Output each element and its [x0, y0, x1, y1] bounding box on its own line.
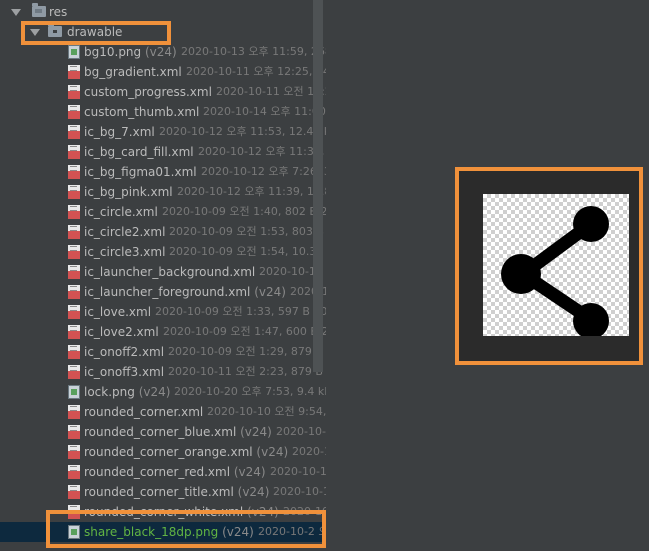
- folder-icon: [32, 3, 46, 17]
- image-file-icon: [68, 45, 80, 59]
- image-preview-frame: [455, 167, 643, 365]
- file-row[interactable]: rounded_corner_red.xml (v24) 2020-10-12: [0, 462, 334, 482]
- file-row[interactable]: ic_circle2.xml 2020-10-09 오전 1:53, 803 B: [0, 222, 324, 242]
- tree-scrollbar[interactable]: [313, 0, 323, 372]
- file-name: custom_thumb.xml: [84, 105, 200, 119]
- file-meta: 2020-10-11 오전 11:25,: [216, 85, 343, 98]
- chevron-down-icon[interactable]: [11, 9, 21, 16]
- file-name: custom_progress.xml: [84, 85, 212, 99]
- xml-file-icon: [68, 205, 80, 219]
- xml-file-icon: [68, 165, 80, 179]
- file-name: rounded_corner_red.xml (v24): [84, 465, 266, 479]
- res-label: res: [49, 5, 68, 19]
- file-meta: 2020-10-11 오후 12:25, 347 B: [186, 65, 348, 78]
- file-name: ic_circle3.xml: [84, 245, 166, 259]
- file-name: ic_launcher_background.xml: [84, 265, 256, 279]
- xml-file-icon: [68, 225, 80, 239]
- file-row[interactable]: bg_gradient.xml 2020-10-11 오후 12:25, 347…: [0, 62, 348, 82]
- file-meta: 2020-10-09 오전 1:33, 597 B 202: [155, 305, 335, 318]
- xml-file-icon: [68, 265, 80, 279]
- file-row[interactable]: ic_circle.xml 2020-10-09 오전 1:40, 802 B …: [0, 202, 341, 222]
- file-name: bg10.png (v24): [84, 45, 177, 59]
- xml-file-icon: [68, 465, 80, 479]
- xml-file-icon: [68, 425, 80, 439]
- tree-node-res[interactable]: res: [0, 2, 320, 22]
- file-name: ic_circle.xml: [84, 205, 158, 219]
- file-row[interactable]: ic_launcher_foreground.xml (v24)2020-10-…: [0, 282, 347, 302]
- file-row[interactable]: custom_thumb.xml 2020-10-14 오후 11:00, 3: [0, 102, 340, 122]
- file-row[interactable]: lock.png (v24) 2020-10-20 오후 7:53, 9.4 kB: [0, 382, 332, 402]
- file-row[interactable]: ic_circle3.xml 2020-10-09 오전 1:54, 10.32…: [0, 242, 341, 262]
- file-row[interactable]: ic_onoff2.xml 2020-10-09 오전 1:29, 879 B …: [0, 342, 340, 362]
- file-row[interactable]: ic_bg_7.xml 2020-10-12 오후 11:53, 12.46 k…: [0, 122, 348, 142]
- file-name: ic_bg_card_fill.xml: [84, 145, 194, 159]
- xml-file-icon: [68, 305, 80, 319]
- file-name: bg_gradient.xml: [84, 65, 182, 79]
- xml-file-icon: [68, 405, 80, 419]
- file-name: rounded_corner_title.xml (v24): [84, 485, 270, 499]
- file-meta: 2020-10-20 오후 7:53, 9.4 kB: [174, 385, 332, 398]
- xml-file-icon: [68, 125, 80, 139]
- xml-file-icon: [68, 485, 80, 499]
- file-version: (v24): [256, 445, 289, 459]
- xml-file-icon: [68, 185, 80, 199]
- xml-file-icon: [68, 105, 80, 119]
- image-file-icon: [68, 385, 80, 399]
- file-name: ic_bg_figma01.xml: [84, 165, 197, 179]
- share-icon: [501, 206, 609, 336]
- file-version: (v24): [233, 465, 266, 479]
- file-row[interactable]: ic_launcher_background.xml 2020-10-14: [0, 262, 323, 282]
- file-row[interactable]: ic_bg_pink.xml 2020-10-12 오후 11:39, 12.8…: [0, 182, 338, 202]
- file-row[interactable]: ic_love.xml 2020-10-09 오전 1:33, 597 B 20…: [0, 302, 334, 322]
- file-name: ic_launcher_foreground.xml (v24): [84, 285, 286, 299]
- xml-file-icon: [68, 445, 80, 459]
- file-name: ic_love.xml: [84, 305, 152, 319]
- xml-file-icon: [68, 65, 80, 79]
- file-name: ic_love2.xml: [84, 325, 159, 339]
- file-row[interactable]: rounded_corner_title.xml (v24) 2020-10-12…: [0, 482, 347, 502]
- file-meta: 2020-10-09 오전 1:53, 803 B: [169, 225, 324, 238]
- xml-file-icon: [68, 285, 80, 299]
- file-version: (v24): [144, 45, 177, 59]
- file-name: ic_bg_7.xml: [84, 125, 155, 139]
- file-row[interactable]: bg10.png (v24)2020-10-13 오후 11:59, 268.4…: [0, 42, 486, 62]
- xml-file-icon: [68, 365, 80, 379]
- file-version: (v24): [237, 485, 270, 499]
- xml-file-icon: [68, 85, 80, 99]
- file-row[interactable]: rounded_corner_orange.xml (v24) 2020-10-1: [0, 442, 349, 462]
- file-row[interactable]: rounded_corner.xml 2020-10-10 오전 9:54, 9…: [0, 402, 344, 422]
- file-row[interactable]: custom_progress.xml 2020-10-11 오전 11:25,: [0, 82, 342, 102]
- xml-file-icon: [68, 145, 80, 159]
- file-version: (v24): [138, 385, 171, 399]
- file-row[interactable]: rounded_corner_blue.xml (v24) 2020-10-12 …: [0, 422, 350, 442]
- xml-file-icon: [68, 245, 80, 259]
- file-name: ic_onoff2.xml: [84, 345, 165, 359]
- file-row[interactable]: ic_onoff3.xml 2020-10-11 오전 2:23, 879 B …: [0, 362, 340, 382]
- file-name: ic_onoff3.xml: [84, 365, 165, 379]
- transparency-checkerboard: [483, 194, 629, 336]
- file-version: (v24): [254, 285, 286, 299]
- xml-file-icon: [68, 345, 80, 359]
- file-row[interactable]: ic_love2.xml 2020-10-09 오전 1:47, 600 B 2…: [0, 322, 342, 342]
- file-name: rounded_corner_orange.xml (v24): [84, 445, 289, 459]
- xml-file-icon: [68, 325, 80, 339]
- file-row[interactable]: ic_bg_card_fill.xml 2020-10-12 오후 11:38,…: [0, 142, 345, 162]
- file-name: rounded_corner_blue.xml (v24): [84, 425, 272, 439]
- file-meta: 2020-10-12 오후 11:38, 1.7: [198, 145, 346, 158]
- drawable-highlight-box: [21, 21, 171, 45]
- file-name: ic_circle2.xml: [84, 225, 166, 239]
- file-name: ic_bg_pink.xml: [84, 185, 173, 199]
- file-row[interactable]: ic_bg_figma01.xml 2020-10-12 오후 7:26, 3.…: [0, 162, 341, 182]
- selected-file-highlight-box: [46, 510, 326, 548]
- file-version: (v24): [240, 425, 272, 439]
- file-name: lock.png (v24): [84, 385, 171, 399]
- file-meta: 2020-10-10 오전 9:54, 93: [207, 405, 344, 418]
- file-meta: 2020-10-12: [270, 465, 334, 478]
- file-name: rounded_corner.xml: [84, 405, 204, 419]
